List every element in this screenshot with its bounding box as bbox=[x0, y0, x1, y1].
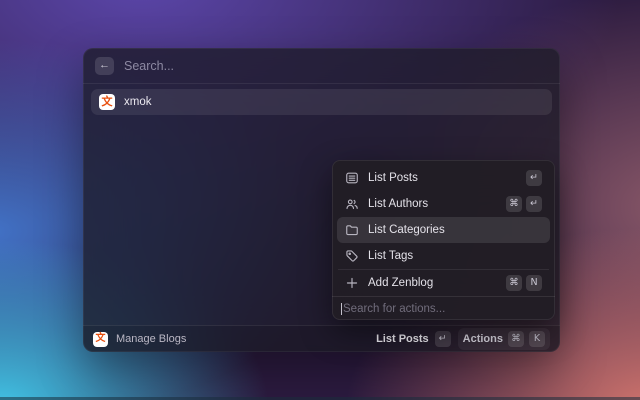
search-bar: ← Search... bbox=[83, 48, 560, 84]
tag-icon bbox=[345, 249, 359, 263]
return-key: ↵ bbox=[526, 196, 542, 212]
action-label: List Authors bbox=[368, 198, 428, 210]
action-label: Add Zenblog bbox=[368, 277, 433, 289]
primary-action-label: List Posts bbox=[376, 333, 429, 345]
command-key: ⌘ bbox=[506, 196, 522, 212]
action-shortcut: ⌘ N bbox=[506, 275, 542, 291]
footer-app-label: Manage Blogs bbox=[116, 333, 186, 345]
footer-bar: 文 Manage Blogs List Posts ↵ Actions ⌘ K bbox=[83, 325, 560, 352]
action-shortcut: ⌘ ↵ bbox=[506, 196, 542, 212]
action-item-list-tags[interactable]: List Tags bbox=[337, 243, 550, 269]
action-label: List Tags bbox=[368, 250, 413, 262]
list-icon bbox=[345, 171, 359, 185]
actions-panel: List Posts ↵ List Authors ⌘ bbox=[332, 160, 555, 320]
results-list: 文 xmok bbox=[83, 84, 560, 120]
actions-list: List Posts ↵ List Authors ⌘ bbox=[332, 160, 555, 296]
action-item-list-categories[interactable]: List Categories bbox=[337, 217, 550, 243]
action-item-list-authors[interactable]: List Authors ⌘ ↵ bbox=[337, 191, 550, 217]
actions-menu-label: Actions bbox=[463, 333, 503, 345]
action-label: List Posts bbox=[368, 172, 418, 184]
desktop-background: ← Search... 文 xmok 文 Manage Blogs List P… bbox=[0, 0, 640, 400]
zenblog-icon: 文 bbox=[93, 332, 108, 347]
folder-icon bbox=[345, 223, 359, 237]
return-key: ↵ bbox=[435, 331, 451, 347]
list-item-label: xmok bbox=[124, 96, 151, 108]
action-shortcut: ↵ bbox=[526, 170, 542, 186]
command-key: ⌘ bbox=[508, 331, 524, 347]
n-key: N bbox=[526, 275, 542, 291]
actions-menu-button[interactable]: Actions ⌘ K bbox=[458, 328, 550, 350]
action-label: List Categories bbox=[368, 224, 445, 236]
plus-icon bbox=[345, 276, 359, 290]
people-icon bbox=[345, 197, 359, 211]
actions-search-input[interactable]: Search for actions... bbox=[332, 296, 555, 320]
return-key: ↵ bbox=[526, 170, 542, 186]
primary-action-button[interactable]: List Posts ↵ bbox=[376, 331, 451, 347]
text-cursor bbox=[341, 303, 342, 315]
command-key: ⌘ bbox=[506, 275, 522, 291]
action-item-add-zenblog[interactable]: Add Zenblog ⌘ N bbox=[337, 270, 550, 296]
list-item-xmok[interactable]: 文 xmok bbox=[91, 89, 552, 115]
search-input[interactable]: Search... bbox=[124, 59, 174, 73]
back-button[interactable]: ← bbox=[95, 57, 114, 75]
footer-app: 文 Manage Blogs bbox=[93, 332, 186, 347]
arrow-left-icon: ← bbox=[99, 60, 110, 71]
action-item-list-posts[interactable]: List Posts ↵ bbox=[337, 165, 550, 191]
footer-actions: List Posts ↵ Actions ⌘ K bbox=[376, 328, 550, 350]
zenblog-icon: 文 bbox=[99, 94, 115, 110]
actions-search-placeholder: Search for actions... bbox=[343, 303, 445, 315]
k-key: K bbox=[529, 331, 545, 347]
